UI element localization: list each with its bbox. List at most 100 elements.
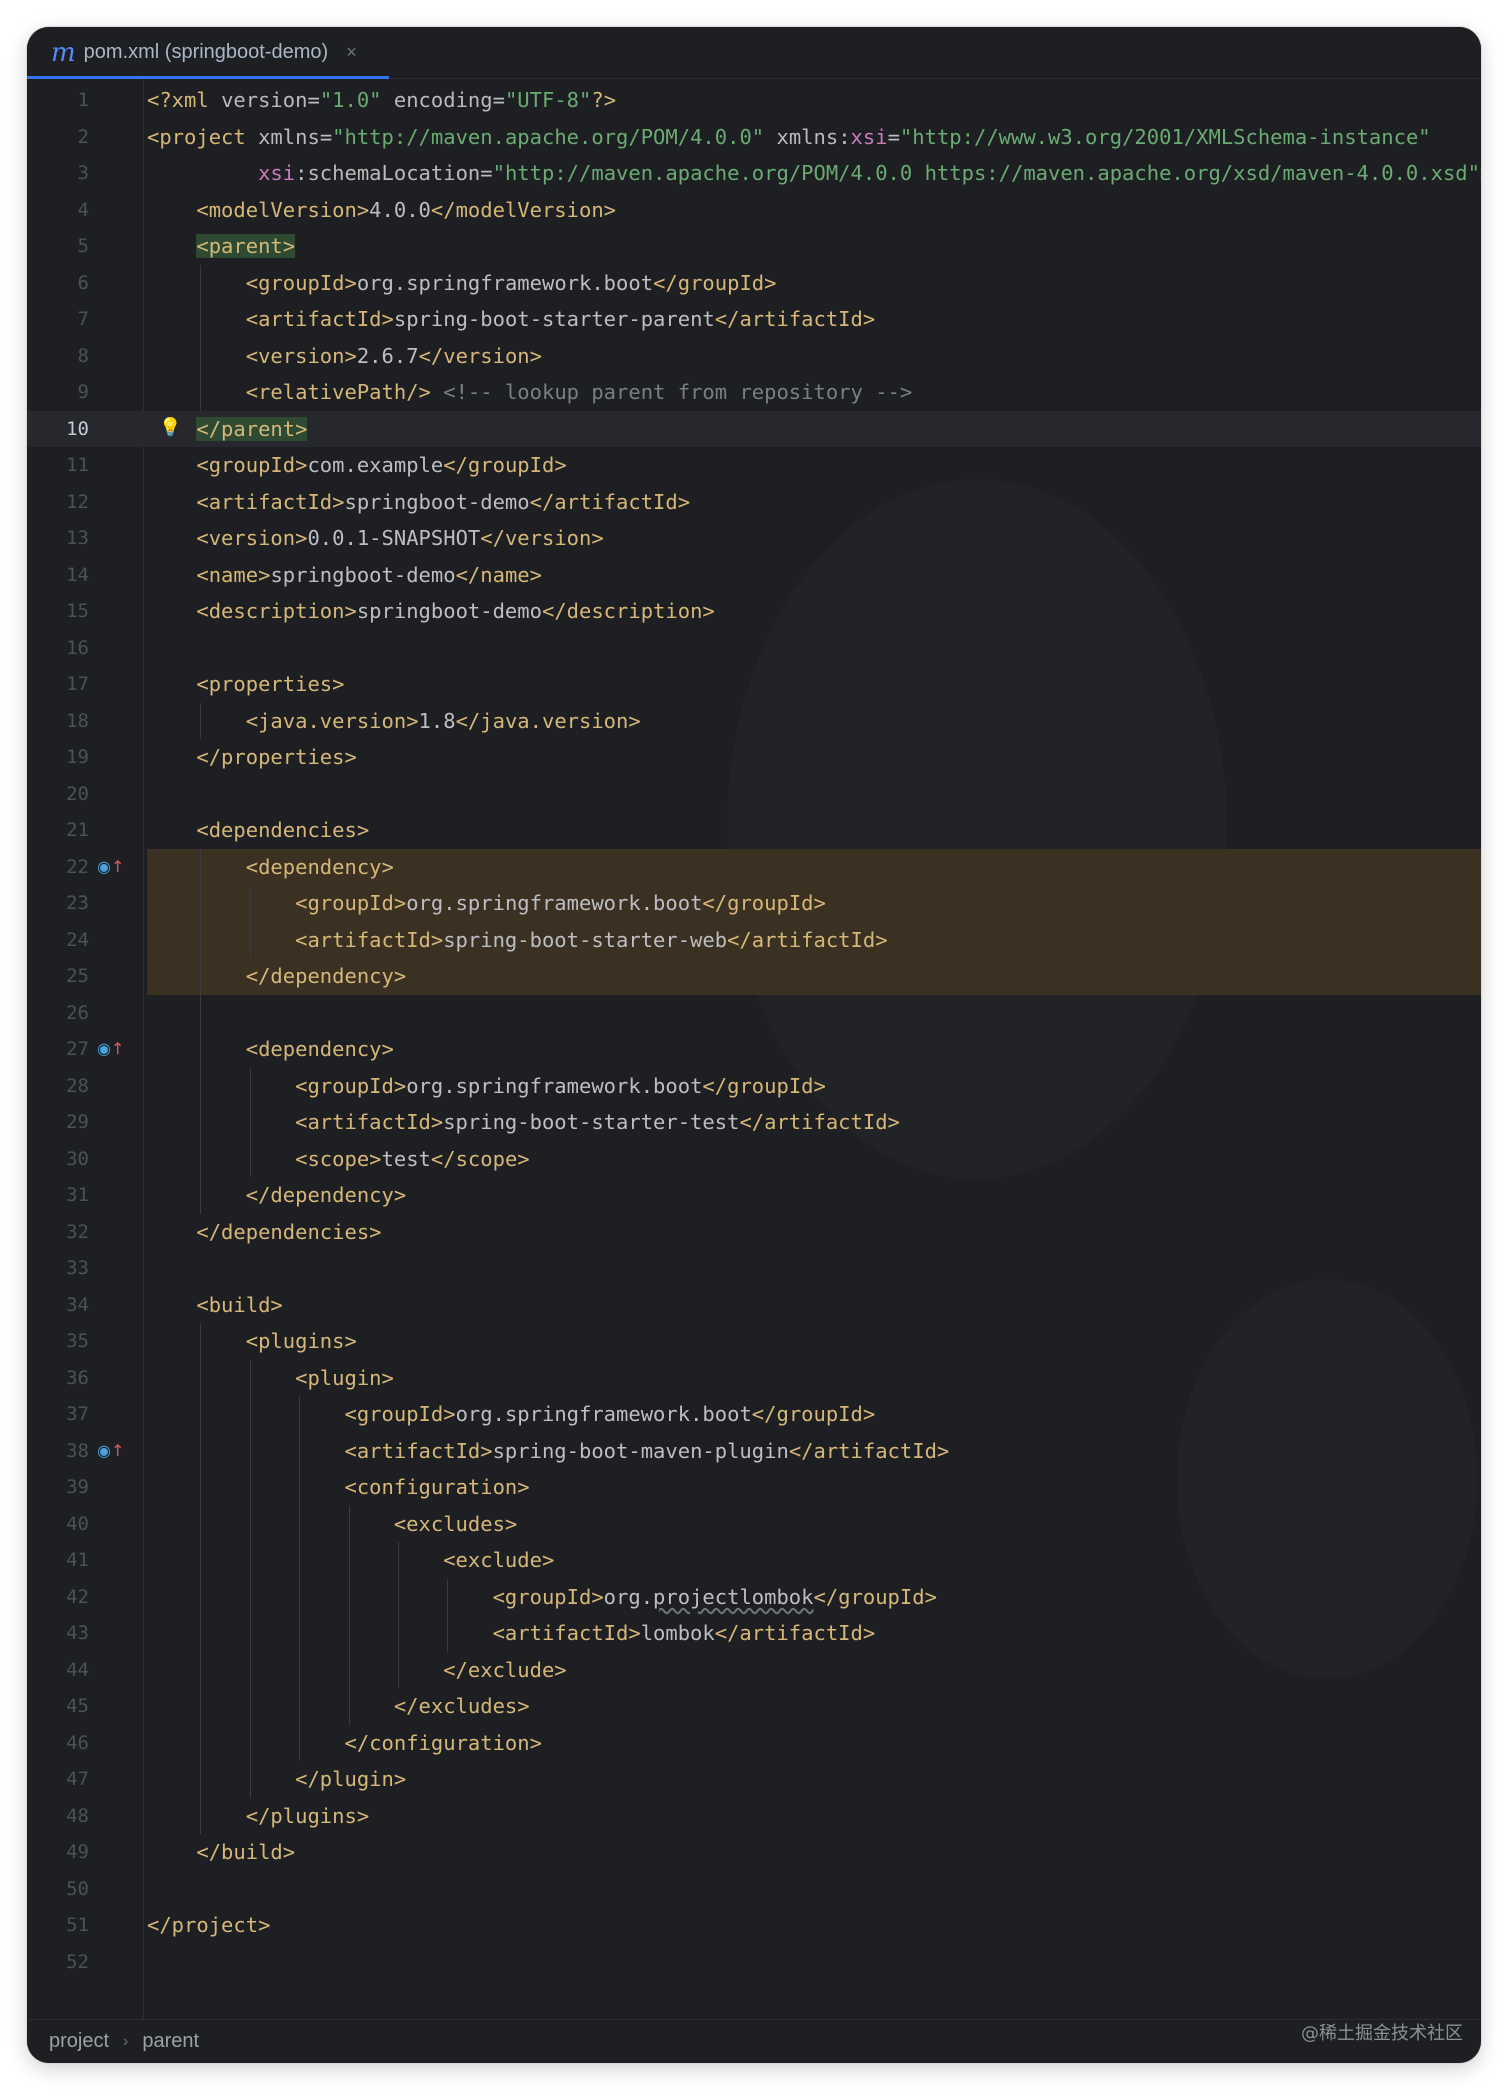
line-number[interactable]: 47	[27, 1761, 89, 1798]
line-number[interactable]: 2	[27, 119, 89, 156]
code-line[interactable]: 8 <version>2.6.7</version>	[27, 338, 1481, 375]
line-number[interactable]: 42	[27, 1579, 89, 1616]
line-number[interactable]: 32	[27, 1214, 89, 1251]
line-number[interactable]: 9	[27, 374, 89, 411]
code-line[interactable]: 37 <groupId>org.springframework.boot</gr…	[27, 1396, 1481, 1433]
line-number[interactable]: 31	[27, 1177, 89, 1214]
line-number[interactable]: 8	[27, 338, 89, 375]
close-icon[interactable]: ×	[346, 42, 357, 63]
code-line[interactable]: 11 <groupId>com.example</groupId>	[27, 447, 1481, 484]
line-number[interactable]: 14	[27, 557, 89, 594]
line-number[interactable]: 23	[27, 885, 89, 922]
line-number[interactable]: 28	[27, 1068, 89, 1105]
code-line[interactable]: 28 <groupId>org.springframework.boot</gr…	[27, 1068, 1481, 1105]
code-line[interactable]: 46 </configuration>	[27, 1725, 1481, 1762]
code-line[interactable]: 12 <artifactId>springboot-demo</artifact…	[27, 484, 1481, 521]
code-line[interactable]: 3 xsi:schemaLocation="http://maven.apach…	[27, 155, 1481, 192]
code-editor[interactable]: 1 <?xml version="1.0" encoding="UTF-8"?> 2…	[27, 79, 1481, 2019]
line-number[interactable]: 13	[27, 520, 89, 557]
line-number[interactable]: 43	[27, 1615, 89, 1652]
line-number[interactable]: 6	[27, 265, 89, 302]
line-number[interactable]: 15	[27, 593, 89, 630]
line-number[interactable]: 52	[27, 1944, 89, 1981]
line-number[interactable]: 16	[27, 630, 89, 667]
line-number[interactable]: 39	[27, 1469, 89, 1506]
code-line[interactable]: 39 <configuration>	[27, 1469, 1481, 1506]
line-number[interactable]: 36	[27, 1360, 89, 1397]
line-number[interactable]: 25	[27, 958, 89, 995]
code-line[interactable]: 30 <scope>test</scope>	[27, 1141, 1481, 1178]
line-number[interactable]: 30	[27, 1141, 89, 1178]
line-number[interactable]: 5	[27, 228, 89, 265]
line-number[interactable]: 29	[27, 1104, 89, 1141]
line-number[interactable]: 50	[27, 1871, 89, 1908]
code-line[interactable]: 23 <groupId>org.springframework.boot</gr…	[27, 885, 1481, 922]
code-line[interactable]: 7 <artifactId>spring-boot-starter-parent…	[27, 301, 1481, 338]
line-number[interactable]: 41	[27, 1542, 89, 1579]
line-number[interactable]: 45	[27, 1688, 89, 1725]
line-number[interactable]: 17	[27, 666, 89, 703]
line-number[interactable]: 21	[27, 812, 89, 849]
code-line[interactable]: 51 </project>	[27, 1907, 1481, 1944]
line-number[interactable]: 3	[27, 155, 89, 192]
code-line[interactable]: 50	[27, 1871, 1481, 1908]
line-number[interactable]: 40	[27, 1506, 89, 1543]
code-line[interactable]: 25 </dependency>	[27, 958, 1481, 995]
override-marker-icon[interactable]: ◉↑	[97, 1031, 124, 1068]
code-line[interactable]: 32 </dependencies>	[27, 1214, 1481, 1251]
line-number[interactable]: 34	[27, 1287, 89, 1324]
code-line[interactable]: 16	[27, 630, 1481, 667]
breadcrumb-project[interactable]: project	[49, 2030, 109, 2053]
line-number[interactable]: 51	[27, 1907, 89, 1944]
code-line[interactable]: 20	[27, 776, 1481, 813]
line-number[interactable]: 7	[27, 301, 89, 338]
line-number[interactable]: 26	[27, 995, 89, 1032]
code-line[interactable]: 44 </exclude>	[27, 1652, 1481, 1689]
code-line[interactable]: 45 </excludes>	[27, 1688, 1481, 1725]
code-line[interactable]: 21 <dependencies>	[27, 812, 1481, 849]
line-number[interactable]: 4	[27, 192, 89, 229]
line-number[interactable]: 18	[27, 703, 89, 740]
code-line[interactable]: 10 💡 </parent>	[27, 410, 1481, 448]
code-line[interactable]: 34 <build>	[27, 1287, 1481, 1324]
code-line[interactable]: 6 <groupId>org.springframework.boot</gro…	[27, 265, 1481, 302]
code-line[interactable]: 17 <properties>	[27, 666, 1481, 703]
code-line[interactable]: 47 </plugin>	[27, 1761, 1481, 1798]
code-line[interactable]: 36 <plugin>	[27, 1360, 1481, 1397]
line-number[interactable]: 49	[27, 1834, 89, 1871]
code-line[interactable]: 22 ◉↑ <dependency>	[27, 849, 1481, 886]
code-line[interactable]: 43 <artifactId>lombok</artifactId>	[27, 1615, 1481, 1652]
line-number[interactable]: 35	[27, 1323, 89, 1360]
line-number[interactable]: 22	[27, 849, 89, 886]
line-number[interactable]: 33	[27, 1250, 89, 1287]
code-line[interactable]: 49 </build>	[27, 1834, 1481, 1871]
code-line[interactable]: 4 <modelVersion>4.0.0</modelVersion>	[27, 192, 1481, 229]
code-line[interactable]: 35 <plugins>	[27, 1323, 1481, 1360]
code-line[interactable]: 40 <excludes>	[27, 1506, 1481, 1543]
code-line[interactable]: 1 <?xml version="1.0" encoding="UTF-8"?>	[27, 82, 1481, 119]
breadcrumb-parent[interactable]: parent	[142, 2030, 199, 2053]
code-line[interactable]: 52	[27, 1944, 1481, 1981]
override-marker-icon[interactable]: ◉↑	[97, 849, 124, 886]
line-number[interactable]: 38	[27, 1433, 89, 1470]
code-line[interactable]: 18 <java.version>1.8</java.version>	[27, 703, 1481, 740]
code-line[interactable]: 41 <exclude>	[27, 1542, 1481, 1579]
line-number[interactable]: 10	[27, 411, 89, 448]
line-number[interactable]: 27	[27, 1031, 89, 1068]
code-line[interactable]: 48 </plugins>	[27, 1798, 1481, 1835]
line-number[interactable]: 37	[27, 1396, 89, 1433]
code-line[interactable]: 31 </dependency>	[27, 1177, 1481, 1214]
tab-pom-xml[interactable]: m pom.xml (springboot-demo) ×	[27, 27, 389, 79]
line-number[interactable]: 11	[27, 447, 89, 484]
code-line[interactable]: 42 <groupId>org.projectlombok</groupId>	[27, 1579, 1481, 1616]
code-line[interactable]: 38 ◉↑ <artifactId>spring-boot-maven-plugi…	[27, 1433, 1481, 1470]
code-line[interactable]: 27 ◉↑ <dependency>	[27, 1031, 1481, 1068]
override-marker-icon[interactable]: ◉↑	[97, 1433, 124, 1470]
code-line[interactable]: 14 <name>springboot-demo</name>	[27, 557, 1481, 594]
line-number[interactable]: 44	[27, 1652, 89, 1689]
code-line[interactable]: 2 <project xmlns="http://maven.apache.org…	[27, 119, 1481, 156]
code-line[interactable]: 9 <relativePath/> <!-- lookup parent fro…	[27, 374, 1481, 411]
line-number[interactable]: 20	[27, 776, 89, 813]
code-line[interactable]: 29 <artifactId>spring-boot-starter-test<…	[27, 1104, 1481, 1141]
code-line[interactable]: 5 <parent>	[27, 228, 1481, 265]
